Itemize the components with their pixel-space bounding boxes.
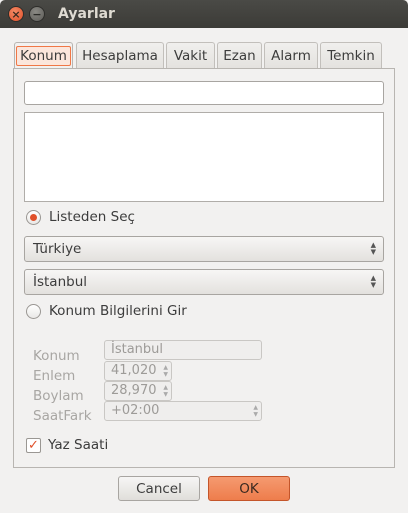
yaz-saati-label[interactable]: Yaz Saati (48, 437, 108, 453)
spin-arrows-icon: ▲ ▼ (163, 384, 168, 398)
boylam-stepper[interactable]: 28,970 ▲ ▼ (104, 381, 172, 401)
combo-arrows-icon: ▲ ▼ (370, 241, 376, 256)
spin-arrows-icon: ▲ ▼ (163, 364, 168, 378)
saatfark-select[interactable]: +02:00 ▲ ▼ (104, 401, 262, 421)
tab-temkin[interactable]: Temkin (320, 42, 382, 68)
combo-arrows-icon: ▲ ▼ (253, 404, 258, 418)
city-select[interactable]: İstanbul ▲ ▼ (24, 269, 384, 295)
enlem-label: Enlem (33, 368, 76, 384)
saatfark-label: SaatFark (33, 408, 92, 424)
konum-label: Konum (33, 348, 80, 364)
listeden-sec-label[interactable]: Listeden Seç (49, 209, 135, 225)
combo-arrows-icon: ▲ ▼ (370, 274, 376, 289)
cancel-button[interactable]: Cancel (118, 476, 200, 501)
tab-vakit[interactable]: Vakit (166, 42, 215, 68)
tab-ezan[interactable]: Ezan (217, 42, 262, 68)
radio-listeden-sec[interactable] (26, 210, 41, 225)
ok-button[interactable]: OK (208, 476, 290, 501)
tab-konum[interactable]: Konum (14, 42, 73, 69)
tab-alarm[interactable]: Alarm (264, 42, 318, 68)
boylam-label: Boylam (33, 388, 84, 404)
location-results-list[interactable] (24, 112, 384, 202)
country-select[interactable]: Türkiye ▲ ▼ (24, 236, 384, 262)
title-bar: × − Ayarlar (0, 0, 408, 28)
tab-hesaplama[interactable]: Hesaplama (76, 42, 164, 68)
konum-input[interactable]: İstanbul (104, 340, 262, 360)
konum-bilgilerini-gir-label[interactable]: Konum Bilgilerini Gir (49, 303, 187, 319)
radio-konum-bilgilerini-gir[interactable] (26, 304, 41, 319)
close-icon[interactable]: × (8, 6, 24, 22)
enlem-stepper[interactable]: 41,020 ▲ ▼ (104, 361, 172, 381)
yaz-saati-checkbox[interactable]: ✓ (26, 438, 41, 453)
location-search-input[interactable] (24, 81, 384, 105)
window-title: Ayarlar (58, 6, 115, 22)
minimize-icon[interactable]: − (29, 6, 45, 22)
